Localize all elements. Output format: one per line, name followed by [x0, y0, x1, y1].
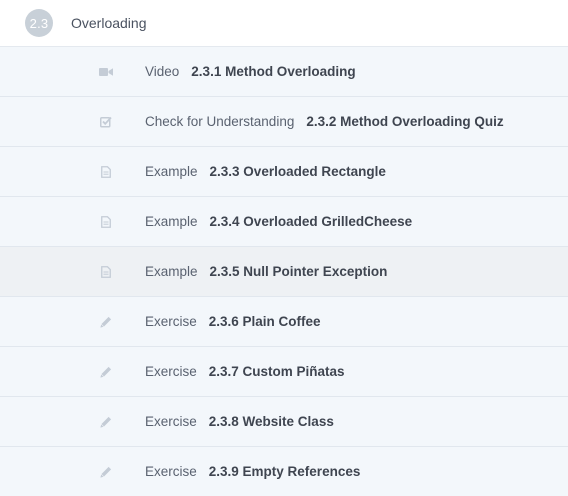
pencil-icon: [99, 465, 113, 479]
item-title: 2.3.3 Overloaded Rectangle: [209, 164, 386, 179]
list-item[interactable]: Example 2.3.3 Overloaded Rectangle: [0, 147, 568, 197]
document-icon: [99, 215, 113, 229]
item-title: 2.3.5 Null Pointer Exception: [209, 264, 388, 279]
item-type-label: Check for Understanding: [145, 114, 295, 129]
document-icon: [99, 165, 113, 179]
item-title: 2.3.2 Method Overloading Quiz: [306, 114, 504, 129]
list-item[interactable]: Exercise 2.3.8 Website Class: [0, 397, 568, 447]
item-type-label: Example: [145, 264, 198, 279]
list-item[interactable]: Example 2.3.4 Overloaded GrilledCheese: [0, 197, 568, 247]
module-section: 2.3 Overloading Video 2.3.1 Method Overl…: [0, 0, 568, 496]
item-type-label: Exercise: [145, 464, 197, 479]
document-icon: [99, 265, 113, 279]
item-type-label: Example: [145, 214, 198, 229]
pencil-icon: [99, 315, 113, 329]
item-title: 2.3.1 Method Overloading: [191, 64, 356, 79]
pencil-icon: [99, 365, 113, 379]
item-type-label: Example: [145, 164, 198, 179]
item-title: 2.3.8 Website Class: [208, 414, 334, 429]
checkbox-icon: [99, 115, 113, 129]
list-item[interactable]: Exercise 2.3.7 Custom Piñatas: [0, 347, 568, 397]
module-title: Overloading: [71, 15, 147, 31]
item-title: 2.3.6 Plain Coffee: [208, 314, 321, 329]
item-title: 2.3.9 Empty References: [208, 464, 361, 479]
list-item[interactable]: Example 2.3.5 Null Pointer Exception: [0, 247, 568, 297]
list-item[interactable]: Exercise 2.3.9 Empty References: [0, 447, 568, 496]
item-title: 2.3.7 Custom Piñatas: [208, 364, 345, 379]
item-type-label: Exercise: [145, 364, 197, 379]
item-type-label: Video: [145, 64, 180, 79]
list-item[interactable]: Video 2.3.1 Method Overloading: [0, 47, 568, 97]
module-number-badge: 2.3: [25, 9, 53, 37]
lesson-list: Video 2.3.1 Method Overloading Check for…: [0, 47, 568, 496]
item-title: 2.3.4 Overloaded GrilledCheese: [209, 214, 413, 229]
list-item[interactable]: Check for Understanding 2.3.2 Method Ove…: [0, 97, 568, 147]
item-type-label: Exercise: [145, 414, 197, 429]
video-camera-icon: [99, 65, 113, 79]
list-item[interactable]: Exercise 2.3.6 Plain Coffee: [0, 297, 568, 347]
item-type-label: Exercise: [145, 314, 197, 329]
pencil-icon: [99, 415, 113, 429]
module-header[interactable]: 2.3 Overloading: [0, 0, 568, 47]
